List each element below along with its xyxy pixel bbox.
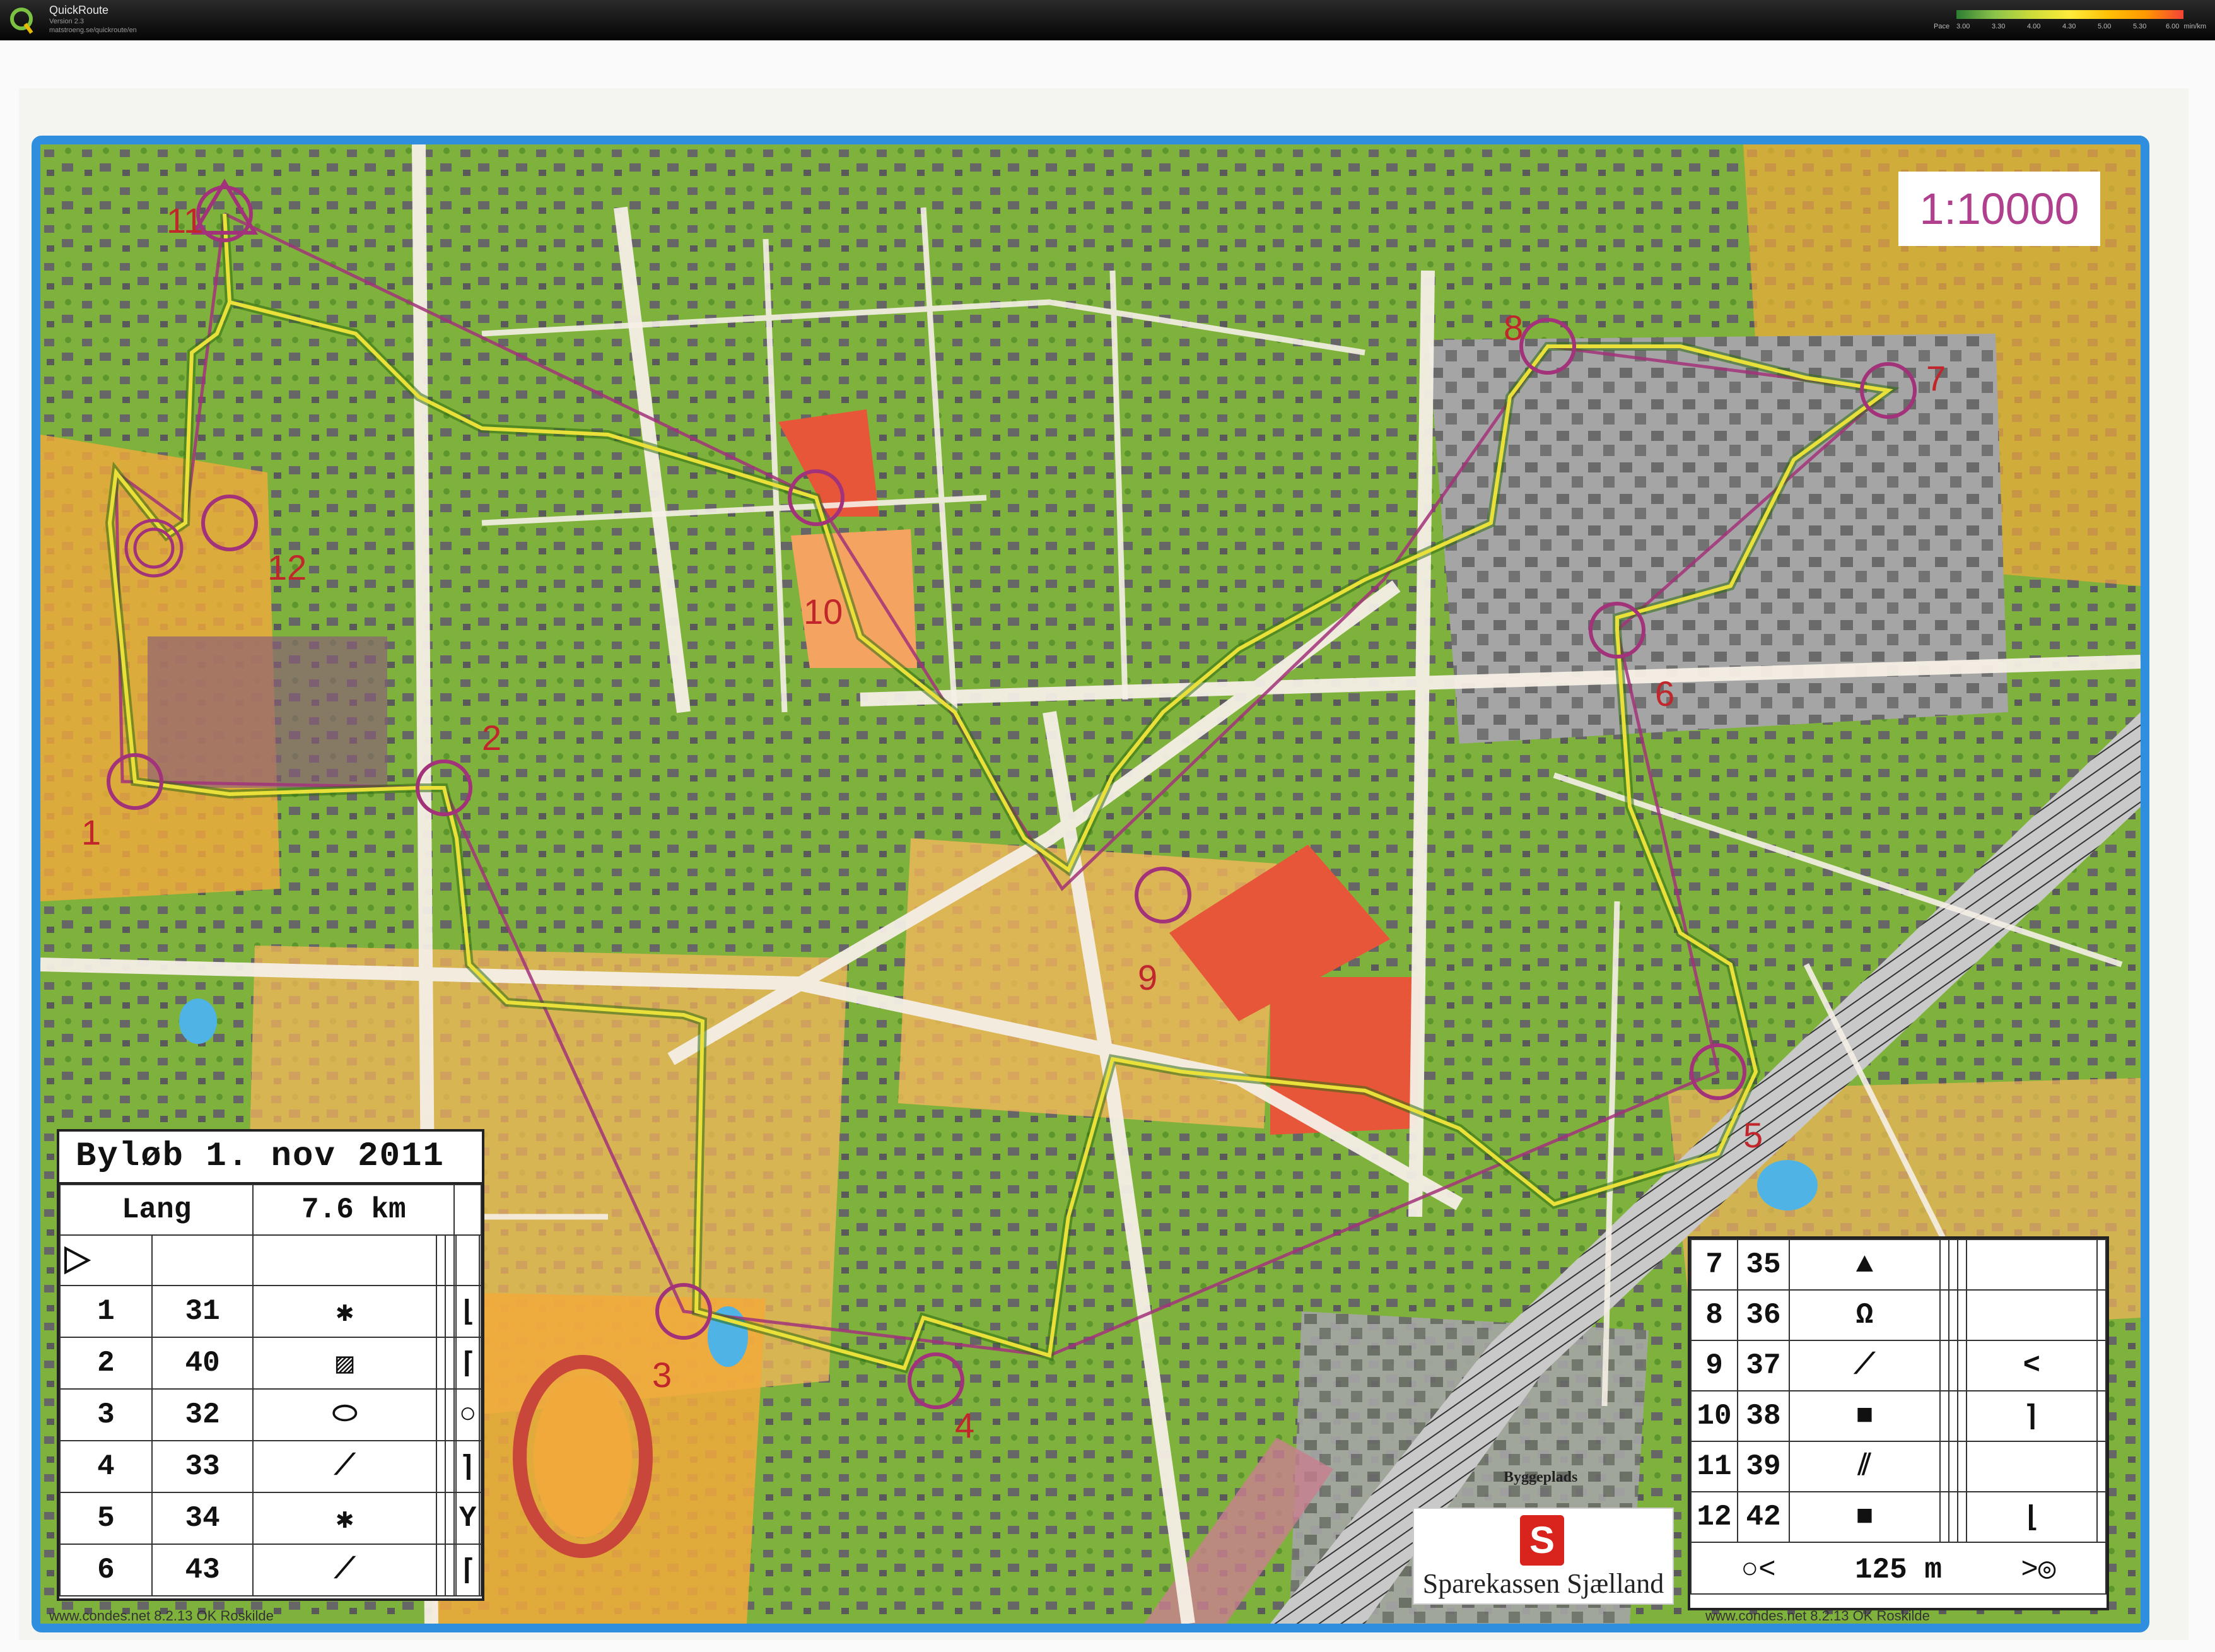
sponsor-name: Sparekassen Sjælland bbox=[1422, 1568, 1664, 1599]
sponsor-logo-icon: S bbox=[1520, 1515, 1564, 1566]
control-seq: 4 bbox=[59, 1440, 153, 1493]
map-scale-label: 1:10000 bbox=[1898, 172, 2100, 246]
control-number: 11 bbox=[167, 201, 203, 240]
control-number: 6 bbox=[1655, 674, 1674, 713]
control-description-left: Byløb 1. nov 2011 Lang 7.6 km 1 31 ✱ ⌊ 2… bbox=[57, 1129, 484, 1601]
corner-symbol-icon: ⌉ bbox=[1965, 1390, 2098, 1442]
control-number: 5 bbox=[1743, 1115, 1763, 1155]
building-symbol-icon: ■ bbox=[1789, 1491, 1941, 1543]
finish-distance-row: ○< 125 m >◎ bbox=[1690, 1542, 2107, 1595]
control-code: 39 bbox=[1737, 1441, 1790, 1492]
quickroute-logo-icon bbox=[10, 8, 33, 34]
control-seq: 6 bbox=[59, 1544, 153, 1596]
control-seq: 10 bbox=[1690, 1390, 1738, 1442]
sponsor-box: S Sparekassen Sjælland bbox=[1413, 1508, 1674, 1605]
pace-caption: Pace bbox=[1934, 23, 1950, 30]
construction-label: Byggeplads bbox=[1504, 1469, 1578, 1485]
pace-tick: 4.30 bbox=[2062, 23, 2076, 30]
control-code: 36 bbox=[1737, 1289, 1790, 1341]
app-version: Version 2.3 bbox=[49, 18, 85, 25]
thicket-symbol-icon: ✱ bbox=[252, 1492, 438, 1545]
control-code: 34 bbox=[151, 1492, 254, 1545]
control-seq: 5 bbox=[59, 1492, 153, 1545]
hatched-area-symbol-icon: ▨ bbox=[252, 1337, 438, 1390]
control-seq: 12 bbox=[1690, 1491, 1738, 1543]
pace-color-bar bbox=[1956, 10, 2183, 19]
finish-icon: >◎ bbox=[2021, 1553, 2056, 1586]
thicket-symbol-icon: ✱ bbox=[252, 1285, 438, 1338]
wall-symbol-icon: ⟋ bbox=[1789, 1340, 1941, 1391]
building-symbol-icon: ■ bbox=[1789, 1390, 1941, 1442]
control-number: 7 bbox=[1926, 358, 1946, 398]
oval-symbol-icon: ⬭ bbox=[252, 1388, 438, 1441]
passage-symbol-icon: ⫽ bbox=[1789, 1441, 1941, 1492]
control-number: 3 bbox=[652, 1355, 672, 1395]
control-code: 37 bbox=[1737, 1340, 1790, 1391]
control-number: 1 bbox=[81, 812, 101, 852]
control-code: 38 bbox=[1737, 1390, 1790, 1442]
course-length: 7.6 km bbox=[252, 1184, 455, 1236]
slope-symbol-icon: ⟋ bbox=[252, 1440, 438, 1493]
pace-unit: min/km bbox=[2183, 23, 2206, 30]
corner-symbol-icon: ⌉ bbox=[455, 1440, 481, 1493]
course-name: Lang bbox=[59, 1184, 254, 1236]
control-code: 40 bbox=[151, 1337, 254, 1390]
pace-tick: 6.00 bbox=[2166, 23, 2180, 30]
control-number: 10 bbox=[804, 592, 843, 631]
control-number: 12 bbox=[267, 548, 307, 587]
start-symbol-icon bbox=[59, 1234, 153, 1286]
control-seq: 7 bbox=[1690, 1239, 1738, 1291]
corner-symbol-icon: ⌈ bbox=[455, 1337, 481, 1390]
control-seq: 3 bbox=[59, 1388, 153, 1441]
control-number: 9 bbox=[1138, 958, 1157, 997]
control-number: 2 bbox=[482, 718, 501, 758]
corner-symbol-icon: < bbox=[1965, 1340, 2098, 1391]
funnel-start-icon: ○< bbox=[1741, 1553, 1776, 1586]
circle-symbol-icon: ○ bbox=[455, 1388, 481, 1441]
map-footer-left: www.condes.net 8.2.13 OK Roskilde bbox=[49, 1608, 274, 1624]
event-title: Byløb 1. nov 2011 bbox=[59, 1132, 482, 1184]
corner-symbol-icon: ⌊ bbox=[1965, 1491, 2098, 1543]
control-code: 35 bbox=[1737, 1239, 1790, 1291]
wall-symbol-icon: ⟋ bbox=[252, 1544, 438, 1596]
corner-symbol-icon: ⌊ bbox=[455, 1285, 481, 1338]
pace-tick: 3.00 bbox=[1956, 23, 1970, 30]
pace-tick: 5.00 bbox=[2098, 23, 2112, 30]
control-code: 43 bbox=[151, 1544, 254, 1596]
control-seq: 1 bbox=[59, 1285, 153, 1338]
control-code: 32 bbox=[151, 1388, 254, 1441]
control-code: 42 bbox=[1737, 1491, 1790, 1543]
pace-tick: 3.30 bbox=[1992, 23, 2006, 30]
finish-distance: 125 m bbox=[1854, 1553, 1942, 1586]
knoll-symbol-icon: ▲ bbox=[1789, 1239, 1941, 1291]
control-description-right: 7 35 ▲ 8 36 Ω 9 37 ⟋ < 10 38 ■ ⌉ 11 39 ⫽… bbox=[1688, 1236, 2109, 1610]
control-seq: 2 bbox=[59, 1337, 153, 1390]
control-code: 33 bbox=[151, 1440, 254, 1493]
control-number: 8 bbox=[1504, 308, 1523, 348]
pace-legend: Pace 3.00 3.30 4.00 4.30 5.00 5.30 6.00 … bbox=[1934, 10, 2206, 33]
app-name: QuickRoute bbox=[49, 4, 109, 16]
corner-symbol-icon: ⌈ bbox=[455, 1544, 481, 1596]
junction-symbol-icon: Y bbox=[455, 1492, 481, 1545]
control-seq: 9 bbox=[1690, 1340, 1738, 1391]
control-code: 31 bbox=[151, 1285, 254, 1338]
pace-tick: 5.30 bbox=[2133, 23, 2147, 30]
cave-symbol-icon: Ω bbox=[1789, 1289, 1941, 1341]
control-seq: 11 bbox=[1690, 1441, 1738, 1492]
control-seq: 8 bbox=[1690, 1289, 1738, 1341]
app-url: matstroeng.se/quickroute/en bbox=[49, 26, 137, 34]
control-number: 4 bbox=[955, 1405, 974, 1445]
title-bar: QuickRoute Version 2.3 matstroeng.se/qui… bbox=[0, 0, 2215, 40]
pace-tick: 4.00 bbox=[2027, 23, 2041, 30]
